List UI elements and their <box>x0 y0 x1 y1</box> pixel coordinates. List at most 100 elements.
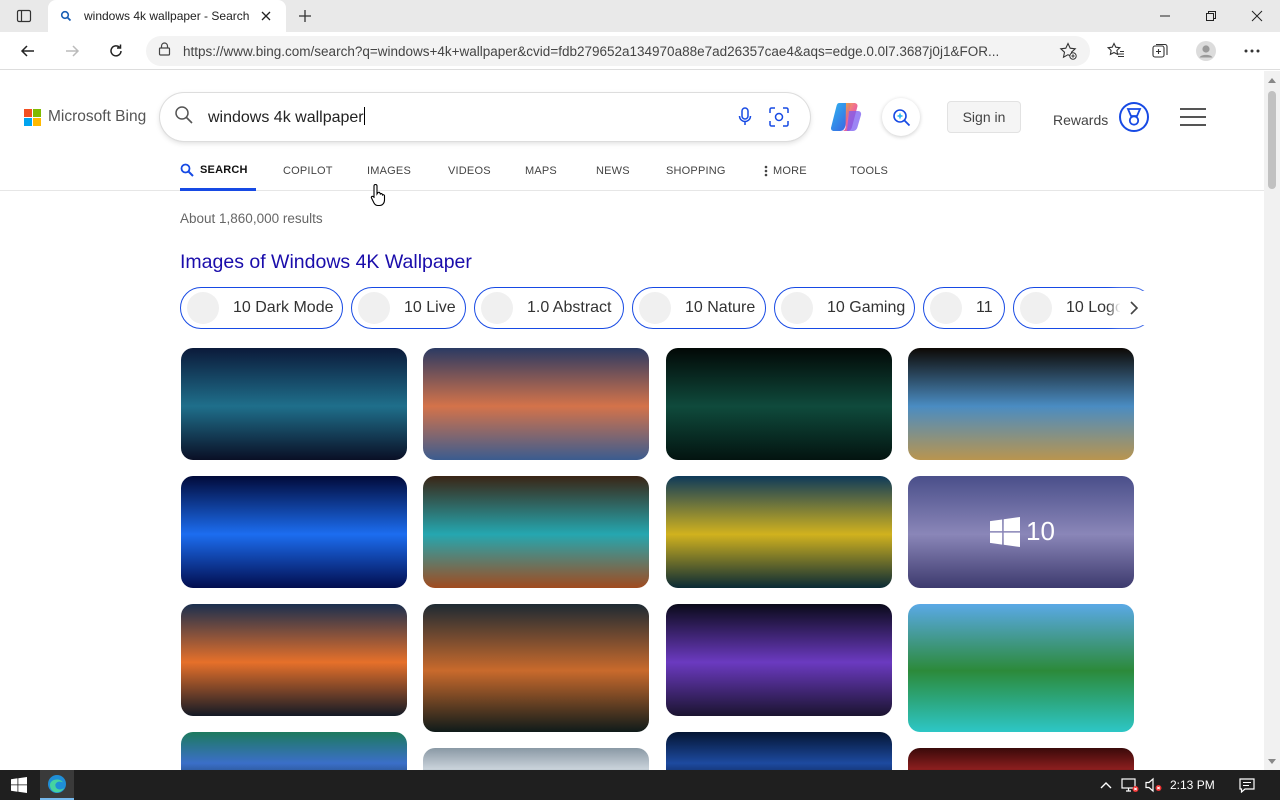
image-result-coast-waterfall[interactable] <box>423 476 649 588</box>
page-scrollbar[interactable] <box>1264 71 1280 770</box>
images-heading-link[interactable]: Images of Windows 4K Wallpaper <box>180 251 472 274</box>
image-result-snowy-mountain[interactable] <box>423 748 649 770</box>
close-tab-icon[interactable] <box>256 6 276 26</box>
hand-cursor-icon <box>370 183 388 212</box>
chips-next-button[interactable] <box>1120 291 1148 325</box>
scroll-down-icon[interactable] <box>1268 759 1276 765</box>
tab-maps[interactable]: MAPS <box>525 151 557 191</box>
browser-tab-strip: windows 4k wallpaper - Search <box>0 0 1280 32</box>
chevron-right-icon <box>1130 301 1139 315</box>
image-result-waterfall-lagoon[interactable] <box>908 604 1134 732</box>
chip-label: 10 Live <box>404 299 456 316</box>
visual-search-icon[interactable] <box>762 100 796 134</box>
chip-thumbnail <box>781 292 813 324</box>
add-favorite-icon[interactable] <box>1052 35 1084 67</box>
tab-more-label: MORE <box>773 165 807 177</box>
bing-logo[interactable]: Microsoft Bing <box>24 108 146 126</box>
tab-shopping[interactable]: SHOPPING <box>666 151 726 191</box>
search-tab-icon <box>180 163 194 177</box>
scrollbar-thumb[interactable] <box>1268 91 1276 189</box>
chip-thumbnail <box>187 292 219 324</box>
windows-taskbar: 2:13 PM <box>0 770 1280 800</box>
lock-icon[interactable] <box>158 41 171 61</box>
forward-button[interactable] <box>56 35 88 67</box>
image-result-aurora-green[interactable] <box>181 732 407 770</box>
image-result-dark-green-ribbon[interactable] <box>666 348 892 460</box>
minimize-button[interactable] <box>1142 0 1188 32</box>
page-viewport: Microsoft Bing windows 4k wallpaper Sign… <box>0 71 1264 770</box>
tab-search[interactable]: SEARCH <box>180 151 256 191</box>
address-bar[interactable]: https://www.bing.com/search?q=windows+4k… <box>146 36 1090 66</box>
tab-tools[interactable]: TOOLS <box>850 151 888 191</box>
browser-tab[interactable]: windows 4k wallpaper - Search <box>48 0 286 32</box>
search-favicon-icon <box>58 8 74 24</box>
suggestion-chip[interactable]: 10 Dark Mode <box>180 287 343 329</box>
tab-copilot[interactable]: COPILOT <box>283 151 333 191</box>
windows-10-logo-overlay: 10 <box>990 516 1055 547</box>
suggestion-chip[interactable]: 1.0 Abstract <box>474 287 624 329</box>
image-result-sunset-sea[interactable] <box>666 476 892 588</box>
rewards-button[interactable]: Rewards <box>1053 101 1150 138</box>
favorites-icon[interactable] <box>1100 35 1132 67</box>
image-result-purple-windows-light[interactable] <box>666 604 892 716</box>
image-result-blue-windows-dark[interactable] <box>666 732 892 770</box>
microphone-icon[interactable] <box>728 100 762 134</box>
chip-label: 1.0 Abstract <box>527 299 612 316</box>
new-tab-button[interactable] <box>292 4 318 28</box>
collections-icon[interactable] <box>1144 35 1176 67</box>
tab-search-label: SEARCH <box>200 163 248 176</box>
rewards-label: Rewards <box>1053 111 1109 128</box>
image-result-river-sunset[interactable] <box>423 604 649 732</box>
suggestion-chip[interactable]: 10 Gaming <box>774 287 915 329</box>
restore-button[interactable] <box>1188 0 1234 32</box>
hamburger-menu-icon[interactable] <box>1180 105 1206 129</box>
more-dots-icon <box>764 165 768 177</box>
notifications-icon[interactable] <box>1236 770 1258 800</box>
chip-label: 10 Dark Mode <box>233 299 334 316</box>
scroll-up-icon[interactable] <box>1268 77 1276 83</box>
search-box[interactable]: windows 4k wallpaper <box>160 93 810 141</box>
network-icon[interactable] <box>1120 770 1140 800</box>
sign-in-button[interactable]: Sign in <box>947 101 1021 133</box>
back-button[interactable] <box>12 35 44 67</box>
copilot-icon[interactable] <box>826 99 866 135</box>
chip-label: 10 Logo <box>1066 299 1124 316</box>
address-toolbar: https://www.bing.com/search?q=windows+4k… <box>0 32 1280 70</box>
volume-muted-icon[interactable] <box>1144 770 1164 800</box>
tab-more[interactable]: MORE <box>764 151 807 191</box>
search-icon[interactable] <box>174 105 194 130</box>
image-result-sunset-lake-windows[interactable] <box>181 604 407 716</box>
chip-label: 10 Nature <box>685 299 756 316</box>
suggestion-chip[interactable]: 11 <box>923 287 1005 329</box>
profile-avatar[interactable] <box>1190 35 1222 67</box>
image-result-cave-beach[interactable] <box>908 348 1134 460</box>
suggestion-chip[interactable]: 10 Live <box>351 287 466 329</box>
image-result-aurora-lake[interactable] <box>181 348 407 460</box>
chip-label: 10 Gaming <box>827 299 906 316</box>
tab-news[interactable]: NEWS <box>596 151 630 191</box>
start-button[interactable] <box>8 770 30 800</box>
refresh-button[interactable] <box>100 35 132 67</box>
image-result-red-dark[interactable] <box>908 748 1134 770</box>
close-window-button[interactable] <box>1234 0 1280 32</box>
search-nav-tabs: SEARCH COPILOT IMAGES VIDEOS MAPS NEWS S… <box>0 151 1264 191</box>
rewards-medal-icon <box>1118 101 1150 138</box>
windows-logo-icon <box>990 516 1020 547</box>
chevron-up-icon[interactable] <box>1098 770 1114 800</box>
tab-actions-icon[interactable] <box>8 4 40 28</box>
url-text[interactable]: https://www.bing.com/search?q=windows+4k… <box>183 44 1033 59</box>
visual-search-button[interactable] <box>882 98 920 136</box>
tab-videos[interactable]: VIDEOS <box>448 151 491 191</box>
chip-thumbnail <box>481 292 513 324</box>
image-result-mountain-reflection[interactable] <box>423 348 649 460</box>
image-result-purple-pebbles-win10[interactable]: 10 <box>908 476 1134 588</box>
settings-more-icon[interactable] <box>1236 35 1268 67</box>
edge-taskbar-icon[interactable] <box>40 770 74 800</box>
image-result-blue-windows-swirl[interactable] <box>181 476 407 588</box>
chip-thumbnail <box>930 292 962 324</box>
suggestion-chip[interactable]: 10 Nature <box>632 287 766 329</box>
search-input[interactable]: windows 4k wallpaper <box>208 107 728 127</box>
chip-thumbnail <box>358 292 390 324</box>
taskbar-clock[interactable]: 2:13 PM <box>1170 770 1215 800</box>
microsoft-logo-icon <box>24 108 41 126</box>
